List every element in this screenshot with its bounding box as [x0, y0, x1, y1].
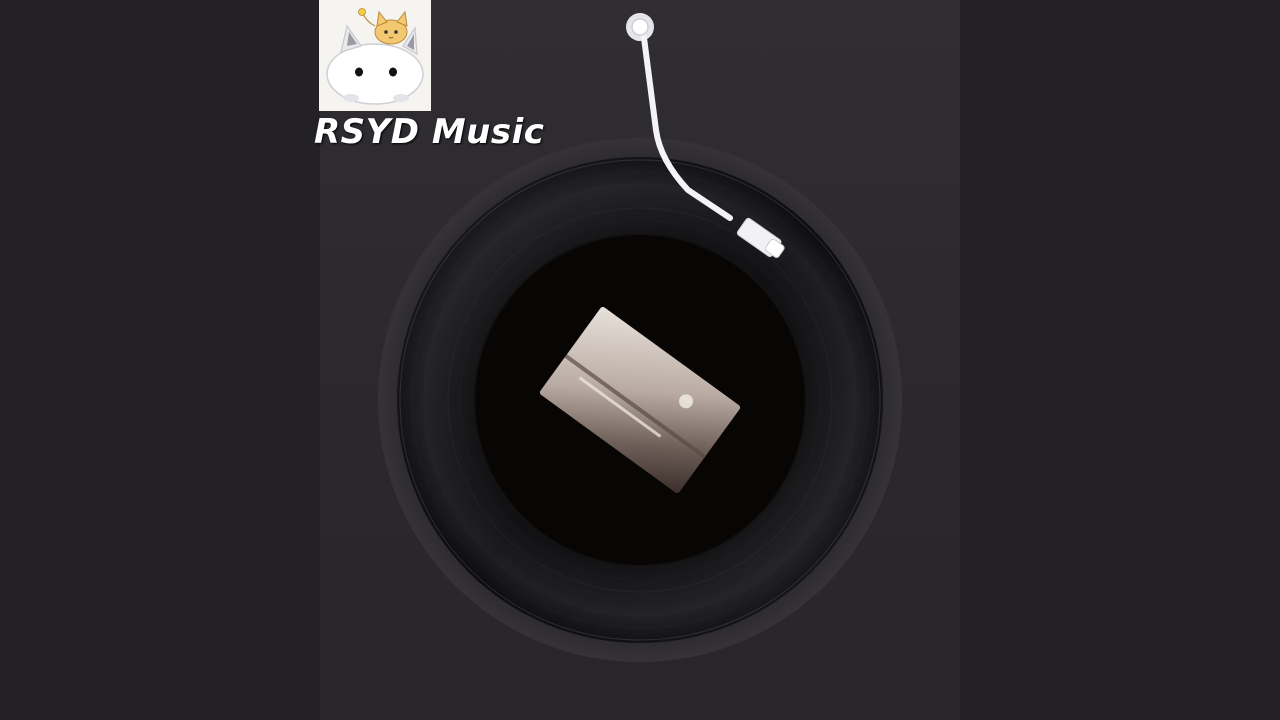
tonearm-icon [626, 13, 785, 258]
cat-mascot-icon [319, 0, 431, 111]
tonearm[interactable] [600, 0, 820, 290]
channel-logo [319, 0, 431, 111]
